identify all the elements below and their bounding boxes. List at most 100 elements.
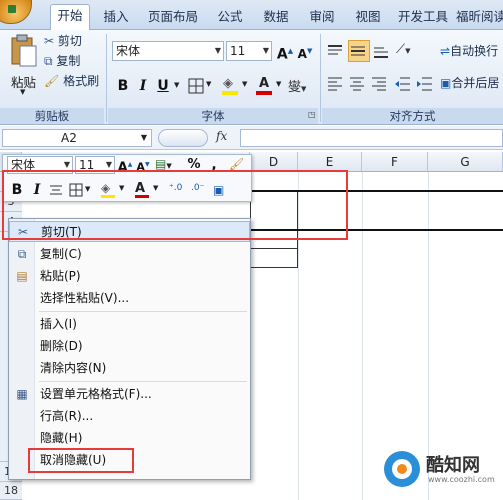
align-left-button[interactable]: [326, 74, 346, 94]
copy-icon: ⧉: [17, 247, 27, 261]
gridline: [362, 172, 363, 500]
font-color-button[interactable]: A ▼: [256, 76, 286, 96]
phonetic-button[interactable]: 燮▼: [288, 76, 318, 96]
chevron-down-icon: ▼: [405, 47, 411, 55]
ribbon: 粘贴 ▼ ✂ 剪切 ⧉ 复制 🖌 格式刷 剪贴板 宋体 ▼ 11 ▼ A▲ A▼ B…: [0, 30, 503, 125]
paint-bucket-icon: ◈: [223, 76, 233, 91]
tab-view[interactable]: 视图: [348, 6, 388, 28]
brush-icon: 🖌: [44, 74, 60, 88]
insert-function-button[interactable]: fx: [216, 129, 236, 147]
office-button[interactable]: [0, 0, 32, 24]
fill-color-swatch: [222, 91, 238, 95]
watermark: 酷知网 www.coozhi.com: [380, 445, 500, 493]
chevron-down-icon: ▼: [206, 80, 212, 88]
menu-item-insert[interactable]: 插入(I): [9, 314, 250, 335]
wrap-text-icon: ⇌: [440, 44, 451, 58]
chevron-down-icon: ▼: [20, 88, 26, 96]
font-name-select[interactable]: 宋体 ▼: [112, 41, 224, 61]
tab-home[interactable]: 开始: [50, 4, 90, 31]
tab-review[interactable]: 审阅: [302, 6, 342, 28]
shrink-font-button[interactable]: A▼: [296, 41, 314, 61]
highlight-mini-toolbar: [2, 170, 348, 240]
fill-color-button[interactable]: ◈ ▼: [222, 76, 252, 96]
tab-foxit[interactable]: 福昕阅读: [456, 6, 503, 28]
copy-button[interactable]: ⧉ 复制: [44, 52, 80, 70]
chevron-down-icon: ▼: [276, 80, 282, 88]
menu-item-row-height[interactable]: 行高(R)...: [9, 406, 250, 427]
borders-icon: [188, 78, 204, 94]
copy-icon: ⧉: [44, 54, 53, 68]
font-color-swatch: [256, 91, 272, 95]
formula-bar: A2 ▼ fx: [0, 126, 503, 150]
orientation-button[interactable]: ⟋▼: [396, 42, 426, 62]
office-logo-icon: [8, 5, 16, 13]
column-header-g[interactable]: G: [428, 152, 503, 172]
up-arrow-icon: ▲: [127, 161, 133, 168]
chevron-down-icon: ▼: [301, 85, 307, 93]
menu-item-clear-contents[interactable]: 清除内容(N): [9, 358, 250, 379]
borders-button[interactable]: ▼: [188, 78, 216, 94]
tab-formulas[interactable]: 公式: [210, 6, 250, 28]
paste-icon: [11, 34, 37, 67]
chevron-down-icon: ▼: [174, 81, 180, 89]
tab-insert[interactable]: 插入: [96, 6, 136, 28]
column-header-e[interactable]: E: [298, 152, 362, 172]
align-center-icon: [350, 77, 364, 91]
increase-indent-button[interactable]: [416, 74, 436, 94]
wrap-text-button[interactable]: ⇌自动换行: [440, 42, 498, 60]
down-arrow-icon: ▼: [144, 161, 150, 168]
paste-icon: ▤: [16, 269, 28, 283]
row-header-18[interactable]: 18: [0, 482, 22, 500]
decrease-indent-button[interactable]: [394, 74, 414, 94]
highlight-unhide: [28, 448, 134, 473]
grow-font-button[interactable]: A▲: [276, 41, 294, 63]
align-left-icon: [328, 77, 342, 91]
column-header-f[interactable]: F: [362, 152, 428, 172]
italic-button[interactable]: I: [134, 76, 152, 96]
name-box[interactable]: A2 ▼: [2, 129, 152, 147]
chevron-down-icon: ▼: [140, 133, 147, 142]
paste-button[interactable]: 粘贴 ▼: [6, 34, 38, 102]
format-painter-button[interactable]: 🖌 格式刷: [44, 72, 99, 90]
watermark-logo-icon: [384, 451, 420, 487]
ribbon-tab-bar: 开始 插入 页面布局 公式 数据 审阅 视图 开发工具 福昕阅读: [0, 0, 503, 31]
clipboard-group-label: 剪贴板: [0, 108, 104, 124]
menu-item-copy[interactable]: ⧉ 复制(C): [9, 244, 250, 265]
down-arrow-icon: ▼: [306, 47, 313, 55]
menu-item-hide[interactable]: 隐藏(H): [9, 428, 250, 449]
formula-bar-separator[interactable]: [158, 129, 208, 147]
align-middle-button[interactable]: [348, 40, 370, 62]
cut-button[interactable]: ✂ 剪切: [44, 32, 82, 50]
align-bottom-icon: [374, 47, 388, 58]
menu-item-delete[interactable]: 删除(D): [9, 336, 250, 357]
align-right-button[interactable]: [370, 74, 390, 94]
column-header-d[interactable]: D: [250, 152, 298, 172]
alignment-group-label: 对齐方式: [322, 108, 503, 124]
tab-data[interactable]: 数据: [256, 6, 296, 28]
tab-developer[interactable]: 开发工具: [394, 6, 452, 28]
brush-icon: 🖌: [229, 157, 245, 171]
chevron-down-icon: ▼: [166, 162, 172, 170]
align-center-button[interactable]: [348, 74, 368, 94]
chevron-down-icon: ▼: [262, 46, 269, 55]
divider: [106, 34, 107, 122]
tab-page-layout[interactable]: 页面布局: [142, 6, 204, 28]
divider: [320, 34, 321, 122]
align-bottom-button[interactable]: [372, 42, 392, 62]
bold-button[interactable]: B: [114, 76, 132, 96]
menu-item-format-cells[interactable]: ▦ 设置单元格格式(F)...: [9, 384, 250, 405]
align-middle-icon: [351, 46, 365, 56]
align-top-icon: [328, 45, 342, 55]
scissors-icon: ✂: [44, 34, 55, 48]
align-right-icon: [372, 77, 386, 91]
merge-center-button[interactable]: ▣合并后居: [440, 74, 499, 92]
formula-input[interactable]: [240, 129, 503, 147]
text-orientation-icon: ⟋: [396, 42, 406, 57]
dialog-launcher-icon[interactable]: ◳: [308, 110, 316, 119]
align-top-button[interactable]: [326, 42, 346, 62]
up-arrow-icon: ▲: [287, 47, 294, 55]
menu-item-paste[interactable]: ▤ 粘贴(P): [9, 266, 250, 287]
menu-item-paste-special[interactable]: 选择性粘贴(V)...: [9, 288, 250, 309]
underline-button[interactable]: U: [154, 76, 172, 96]
font-size-select[interactable]: 11 ▼: [226, 41, 272, 61]
